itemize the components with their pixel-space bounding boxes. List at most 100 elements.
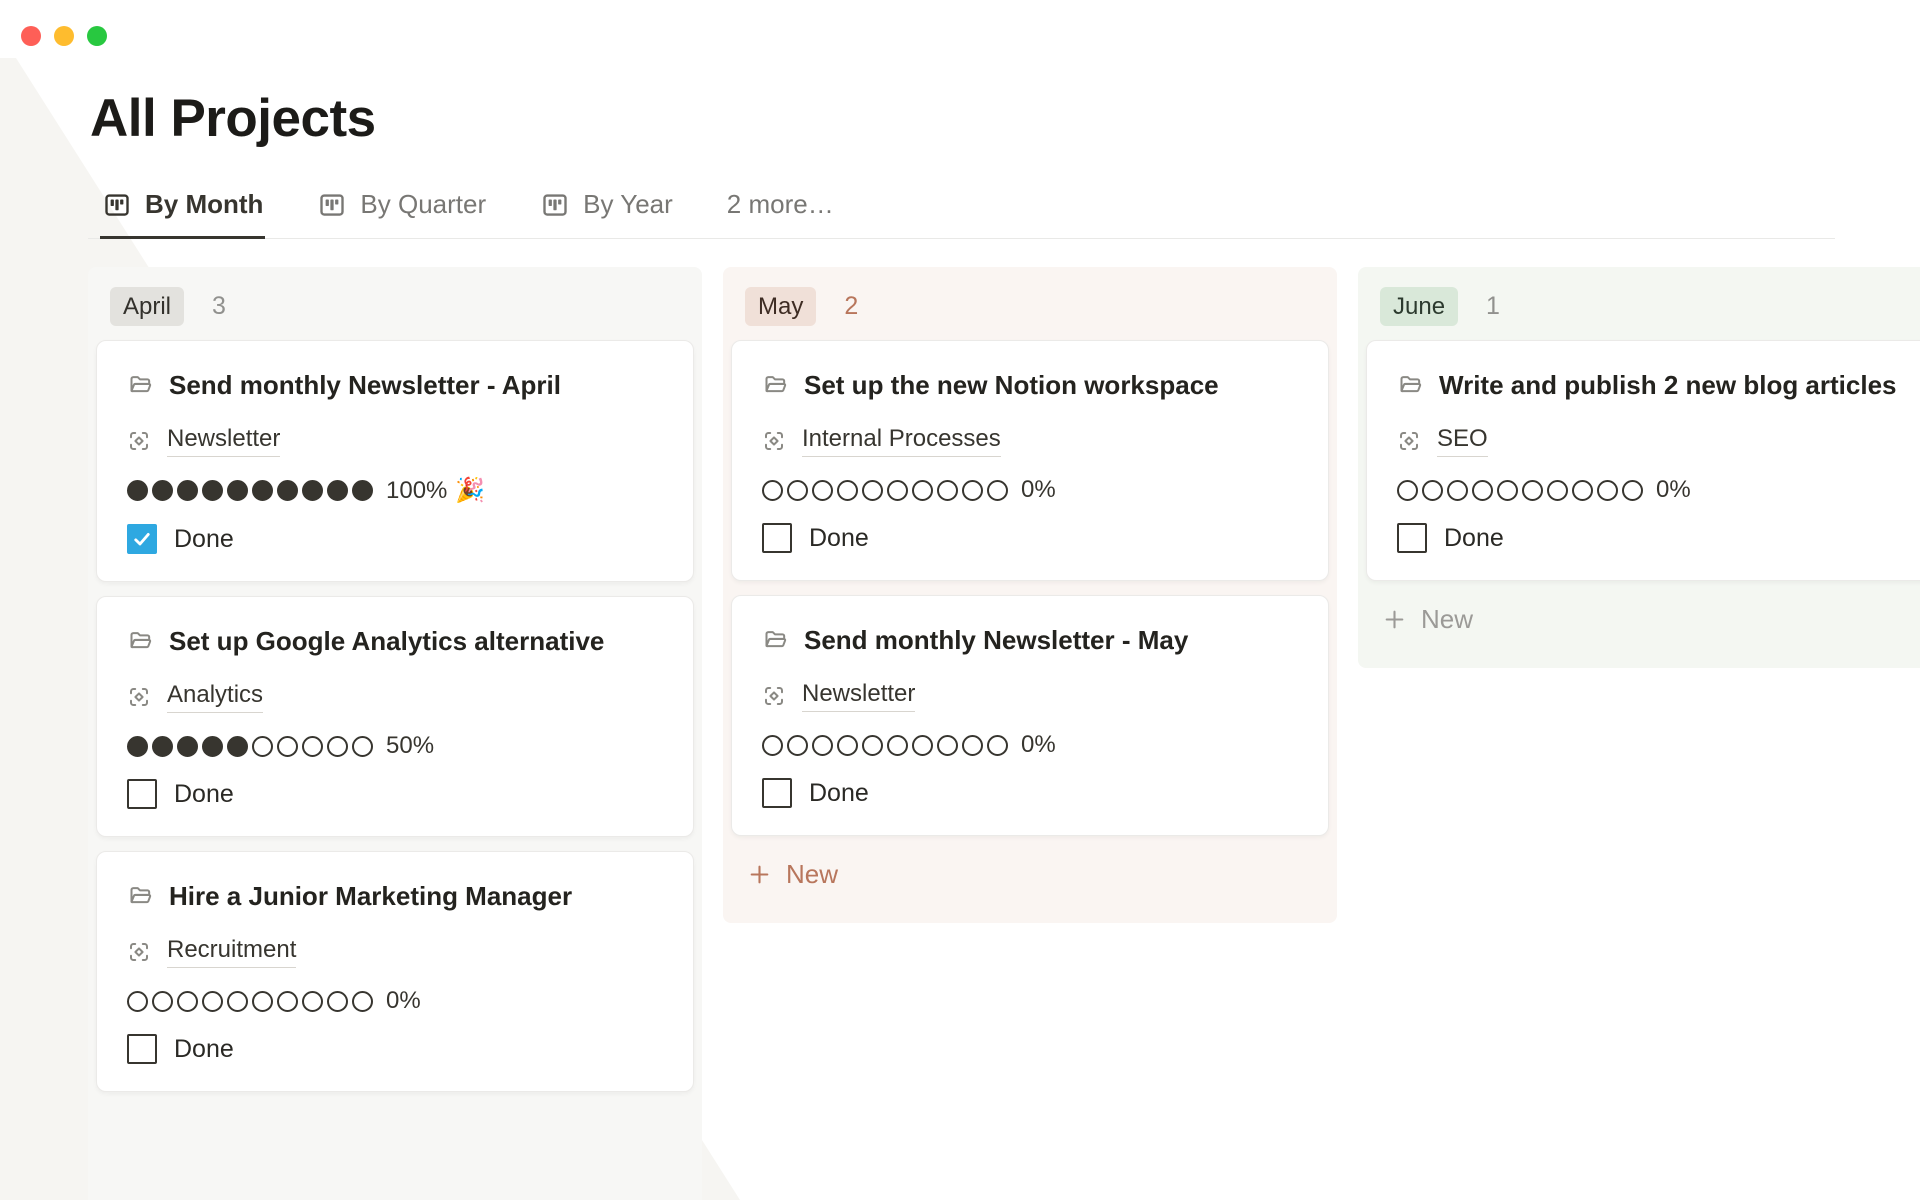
- progress-dot: [762, 480, 783, 501]
- relation-icon: [762, 684, 786, 708]
- relation-tag-link[interactable]: Recruitment: [167, 935, 296, 968]
- progress-dot: [327, 736, 348, 757]
- progress-dots: 0%: [762, 476, 1298, 504]
- celebration-emoji: 🎉: [455, 476, 485, 505]
- progress-dots: 100%🎉: [127, 476, 663, 505]
- zoom-button[interactable]: [87, 26, 107, 46]
- relation-tag-link[interactable]: Newsletter: [802, 679, 915, 712]
- relation-tag-link[interactable]: Newsletter: [167, 424, 280, 457]
- project-card[interactable]: Set up the new Notion workspace Internal …: [731, 340, 1329, 581]
- done-label: Done: [174, 525, 234, 554]
- progress-dot: [127, 480, 148, 501]
- column-group-pill: June: [1380, 287, 1458, 326]
- progress-dot: [812, 480, 833, 501]
- tab-label: By Quarter: [360, 189, 486, 220]
- progress-dot: [302, 991, 323, 1012]
- progress-dot: [252, 991, 273, 1012]
- progress-dot: [912, 480, 933, 501]
- close-button[interactable]: [21, 26, 41, 46]
- progress-dot: [837, 480, 858, 501]
- done-label: Done: [809, 779, 869, 808]
- done-checkbox[interactable]: [127, 1034, 157, 1064]
- progress-percent: 0%: [1021, 476, 1056, 504]
- card-title: Set up Google Analytics alternative: [127, 622, 663, 661]
- done-row: Done: [1397, 523, 1920, 553]
- progress-dot: [302, 480, 323, 501]
- done-checkbox[interactable]: [1397, 523, 1427, 553]
- column-header: April3: [88, 267, 702, 340]
- progress-dot: [202, 736, 223, 757]
- done-checkbox[interactable]: [762, 778, 792, 808]
- done-row: Done: [127, 1034, 663, 1064]
- progress-dot: [1447, 480, 1468, 501]
- progress-dot: [1622, 480, 1643, 501]
- new-card-button[interactable]: New: [1366, 595, 1920, 644]
- tab-by-year[interactable]: By Year: [538, 189, 675, 239]
- tab-label: By Month: [145, 189, 263, 220]
- progress-dot: [887, 480, 908, 501]
- done-checkbox[interactable]: [762, 523, 792, 553]
- open-folder-icon: [762, 626, 789, 653]
- progress-dot: [762, 735, 783, 756]
- tag-row: Analytics: [127, 680, 663, 713]
- progress-dot: [227, 991, 248, 1012]
- progress-dot: [787, 480, 808, 501]
- progress-dot: [327, 480, 348, 501]
- column-card-count: 2: [844, 292, 858, 321]
- done-checkbox[interactable]: [127, 779, 157, 809]
- progress-dot: [252, 480, 273, 501]
- progress-dot: [787, 735, 808, 756]
- tab-label: By Year: [583, 189, 673, 220]
- card-title: Set up the new Notion workspace: [762, 366, 1298, 405]
- project-card[interactable]: Write and publish 2 new blog articles SEO…: [1366, 340, 1920, 581]
- project-card[interactable]: Hire a Junior Marketing ManagerRecruitme…: [96, 851, 694, 1092]
- column-may: May2 Set up the new Notion workspace Inter…: [723, 267, 1337, 923]
- progress-dot: [352, 480, 373, 501]
- project-card[interactable]: Set up Google Analytics alternative Analy…: [96, 596, 694, 837]
- progress-percent: 0%: [386, 987, 421, 1015]
- progress-percent: 0%: [1021, 731, 1056, 759]
- project-card[interactable]: Send monthly Newsletter - April Newslette…: [96, 340, 694, 582]
- relation-tag-link[interactable]: Internal Processes: [802, 424, 1001, 457]
- tag-row: Recruitment: [127, 935, 663, 968]
- tag-row: Newsletter: [762, 679, 1298, 712]
- progress-dot: [152, 480, 173, 501]
- progress-dot: [202, 991, 223, 1012]
- done-checkbox[interactable]: [127, 524, 157, 554]
- new-card-button[interactable]: New: [731, 850, 1329, 899]
- progress-percent: 0%: [1656, 476, 1691, 504]
- progress-dot: [862, 480, 883, 501]
- progress-dot: [912, 735, 933, 756]
- relation-icon: [127, 429, 151, 453]
- relation-tag-link[interactable]: Analytics: [167, 680, 263, 713]
- relation-icon: [1397, 429, 1421, 453]
- project-card[interactable]: Send monthly Newsletter - MayNewsletter0…: [731, 595, 1329, 836]
- open-folder-icon: [127, 882, 154, 909]
- relation-tag-link[interactable]: SEO: [1437, 424, 1488, 457]
- tag-row: SEO: [1397, 424, 1920, 457]
- window-titlebar: [21, 26, 107, 46]
- progress-dot: [177, 736, 198, 757]
- column-header: May2: [723, 267, 1337, 340]
- progress-dot: [277, 736, 298, 757]
- progress-dot: [1497, 480, 1518, 501]
- view-tabs: By Month By Quarter By Year 2 more…: [88, 189, 1835, 239]
- page-title: All Projects: [90, 88, 1920, 149]
- progress-dot: [1547, 480, 1568, 501]
- card-title: Write and publish 2 new blog articles: [1397, 366, 1920, 405]
- card-title: Send monthly Newsletter - April: [127, 366, 663, 405]
- minimize-button[interactable]: [54, 26, 74, 46]
- progress-dot: [937, 480, 958, 501]
- column-card-count: 3: [212, 292, 226, 321]
- progress-dot: [837, 735, 858, 756]
- progress-dot: [987, 735, 1008, 756]
- progress-dot: [277, 480, 298, 501]
- relation-icon: [127, 940, 151, 964]
- progress-dot: [937, 735, 958, 756]
- kanban-board: April3 Send monthly Newsletter - April New…: [88, 267, 1920, 1200]
- tab-by-month[interactable]: By Month: [100, 189, 265, 239]
- tab-2-more[interactable]: 2 more…: [725, 189, 836, 239]
- progress-dot: [1572, 480, 1593, 501]
- open-folder-icon: [762, 371, 789, 398]
- tab-by-quarter[interactable]: By Quarter: [315, 189, 488, 239]
